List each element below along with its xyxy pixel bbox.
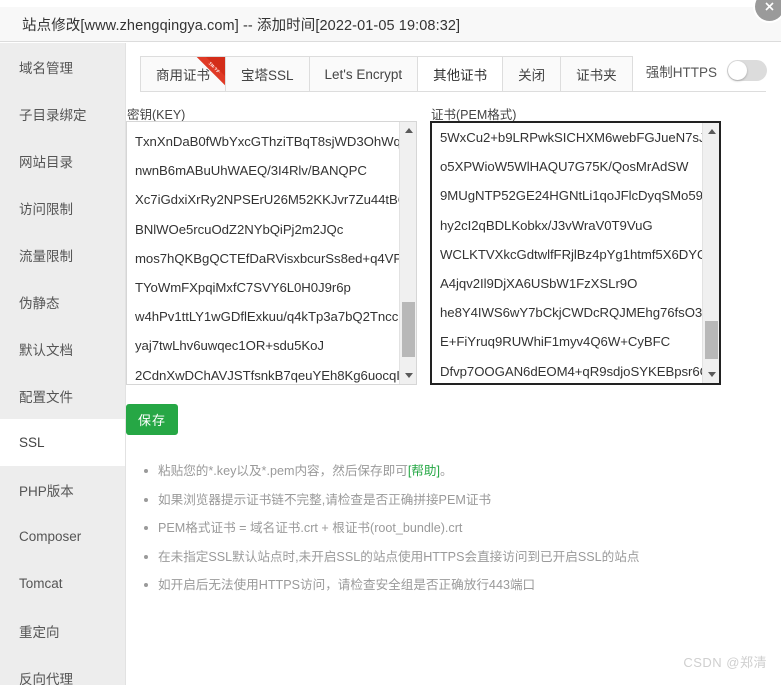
note-text: PEM格式证书 = 域名证书.crt + 根证书(root_bundle).cr… (158, 521, 463, 535)
sidebar-item-label: 重定向 (19, 624, 60, 640)
tab-2[interactable]: Let's Encrypt (308, 56, 419, 91)
text-line: E+FiYruq9RUWhiF1myv4Q6W+CyBFC (440, 334, 671, 350)
help-note: 在未指定SSL默认站点时,未开启SSL的站点使用HTTPS会直接访问到已开启SS… (144, 549, 639, 565)
text-line: A4jqv2Il9DjXA6USbW1FzXSLr9O (440, 276, 638, 292)
tab-5[interactable]: 证书夹 (560, 56, 633, 91)
note-text: 粘贴您的*.key以及*.pem内容，然后保存即可 (158, 464, 408, 478)
note-suffix: 。 (440, 464, 453, 478)
tab-1[interactable]: 宝塔SSL (225, 56, 310, 91)
sidebar-item-9[interactable]: PHP版本 (0, 466, 125, 513)
sidebar-item-label: Composer (19, 529, 82, 544)
sidebar-item-label: 配置文件 (19, 389, 73, 405)
sidebar-item-6[interactable]: 默认文档 (0, 325, 125, 372)
sidebar-item-label: 伪静态 (19, 295, 60, 311)
scroll-down-icon[interactable] (703, 366, 719, 383)
sidebar-item-label: 反向代理 (19, 671, 73, 685)
sidebar-item-label: 网站目录 (19, 154, 73, 170)
text-line: mos7hQKBgQCTEfDaRVisxbcurSs8ed+q4VPi (135, 250, 399, 266)
sidebar-item-11[interactable]: Tomcat (0, 560, 125, 607)
help-note: 粘贴您的*.key以及*.pem内容，然后保存即可[帮助]。 (144, 463, 639, 479)
sidebar-item-label: SSL (19, 435, 45, 450)
tab-label: 宝塔SSL (241, 68, 294, 83)
sidebar: 域名管理子目录绑定网站目录访问限制流量限制伪静态默认文档配置文件 SSL PHP版本… (0, 43, 126, 685)
sidebar-item-5[interactable]: 伪静态 (0, 278, 125, 325)
text-line: TxnXnDaB0fWbYxcGThziTBqT8sjWD3OhWqZ (135, 134, 399, 149)
force-https-label: 强制HTTPS (645, 64, 717, 80)
text-line: w4hPv1ttLY1wGDflExkuu/q4kTp3a7bQ2Tnccu (135, 309, 399, 325)
tab-0[interactable]: 商用证书 推荐 (140, 56, 226, 91)
scrollbar-thumb[interactable] (402, 302, 415, 357)
scrollbar-thumb[interactable] (705, 321, 718, 359)
tab-label: 商用证书 (156, 68, 210, 83)
tab-label: 证书夹 (576, 68, 617, 83)
note-text: 如果浏览器提示证书链不完整,请检查是否正确拼接PEM证书 (158, 492, 492, 507)
sidebar-item-7[interactable]: 配置文件 (0, 372, 125, 419)
scroll-up-icon[interactable] (703, 123, 719, 140)
help-notes-list: 粘贴您的*.key以及*.pem内容，然后保存即可[帮助]。如果浏览器提示证书链… (144, 463, 639, 606)
sidebar-item-label: 域名管理 (19, 60, 73, 76)
text-line: Xc7iGdxiXrRy2NPSErU26M52KKJvr7Zu44tBC (135, 192, 399, 208)
scroll-down-icon[interactable] (400, 367, 416, 384)
sidebar-item-label: Tomcat (19, 576, 63, 591)
tab-label: 关闭 (518, 68, 546, 83)
sidebar-item-10[interactable]: Composer (0, 513, 125, 560)
toggle-knob (728, 61, 747, 80)
pem-scrollbar[interactable] (702, 123, 719, 383)
sidebar-item-label: 访问限制 (19, 201, 73, 217)
pem-textarea-content[interactable]: 5WxCu2+b9LRPwkSICHXM6webFGJueN7sJ7 o5XPWi… (432, 123, 702, 383)
sidebar-item-4[interactable]: 流量限制 (0, 231, 125, 278)
dialog-title: 站点修改[www.zhengqingya.com] -- 添加时间[2022-0… (22, 17, 461, 34)
key-textarea[interactable]: TxnXnDaB0fWbYxcGThziTBqT8sjWD3OhWqZ nwnB6… (126, 121, 417, 385)
text-line: Dfvp7OOGAN6dEOM4+qR9sdjoSYKEBpsr6Gt (440, 363, 702, 379)
force-https-control: 强制HTTPS (646, 60, 767, 81)
note-text: 在未指定SSL默认站点时,未开启SSL的站点使用HTTPS会直接访问到已开启SS… (158, 549, 640, 564)
tab-label: 其他证书 (433, 68, 488, 83)
sidebar-item-13[interactable]: 反向代理 (0, 654, 125, 685)
help-note: 如果浏览器提示证书链不完整,请检查是否正确拼接PEM证书 (144, 492, 639, 508)
text-line: 2CdnXwDChAVJSTfsnkB7qeuYEh8Kg6uocqIwj (135, 367, 399, 383)
save-button[interactable]: 保存 (126, 404, 178, 435)
site-modify-dialog: 站点修改[www.zhengqingya.com] -- 添加时间[2022-0… (0, 0, 781, 685)
pem-textarea[interactable]: 5WxCu2+b9LRPwkSICHXM6webFGJueN7sJ7 o5XPWi… (430, 121, 721, 385)
dialog-titlebar: 站点修改[www.zhengqingya.com] -- 添加时间[2022-0… (0, 7, 781, 42)
sidebar-item-3[interactable]: 访问限制 (0, 184, 125, 231)
text-line: 5WxCu2+b9LRPwkSICHXM6webFGJueN7sJ7 (440, 130, 702, 145)
text-line: WCLKTVXkcGdtwlfFRjlBz4pYg1htmf5X6DYO8 (440, 246, 702, 262)
text-line: nwnB6mABuUhWAEQ/3I4Rlv/BANQPC (135, 163, 367, 179)
text-line: hy2cI2qBDLKobkx/J3vWraV0T9VuG (440, 217, 653, 233)
text-line: BNlWOe5rcuOdZ2NYbQiPj2m2JQc (135, 221, 344, 237)
help-note: PEM格式证书 = 域名证书.crt + 根证书(root_bundle).cr… (144, 520, 639, 536)
tab-4[interactable]: 关闭 (502, 56, 562, 91)
sidebar-item-label: 流量限制 (19, 248, 73, 264)
sidebar-item-2[interactable]: 网站目录 (0, 137, 125, 184)
text-line: he8Y4IWS6wY7bCkjCWDcRQJMEhg76fsO3tx (440, 305, 702, 321)
sidebar-item-8[interactable]: SSL (0, 419, 125, 466)
sidebar-item-1[interactable]: 子目录绑定 (0, 90, 125, 137)
force-https-toggle[interactable] (727, 60, 767, 81)
note-text: 如开启后无法使用HTTPS访问，请检查安全组是否正确放行443端口 (158, 578, 536, 592)
sidebar-item-label: PHP版本 (19, 483, 74, 499)
text-line: o5XPWioW5WlHAQU7G75K/QosMrAdSW (440, 159, 689, 175)
content-panel: 商用证书 推荐 宝塔SSL Let's Encrypt 其他证书 关闭 证书夹 强制HTTP… (126, 43, 781, 685)
sidebar-item-label: 子目录绑定 (19, 107, 87, 123)
sidebar-item-0[interactable]: 域名管理 (0, 43, 125, 90)
tab-3[interactable]: 其他证书 (417, 56, 504, 91)
sidebar-item-12[interactable]: 重定向 (0, 607, 125, 654)
help-link[interactable]: [帮助] (408, 464, 440, 478)
sidebar-item-label: 默认文档 (19, 342, 73, 358)
key-scrollbar[interactable] (399, 122, 416, 384)
help-note: 如开启后无法使用HTTPS访问，请检查安全组是否正确放行443端口 (144, 577, 639, 593)
tab-label: Let's Encrypt (324, 66, 403, 82)
text-line: 9MUgNTP52GE24HGNtLi1qoJFlcDyqSMo59a (440, 188, 702, 204)
text-line: yaj7twLhv6uwqec1OR+sdu5KoJ (135, 338, 324, 354)
watermark: CSDN @郑清 (683, 655, 767, 670)
text-line: TYoWmFXpqiMxfC7SVY6L0H0J9r6p (135, 280, 351, 296)
key-textarea-content[interactable]: TxnXnDaB0fWbYxcGThziTBqT8sjWD3OhWqZ nwnB6… (127, 122, 399, 384)
scroll-up-icon[interactable] (400, 122, 416, 139)
